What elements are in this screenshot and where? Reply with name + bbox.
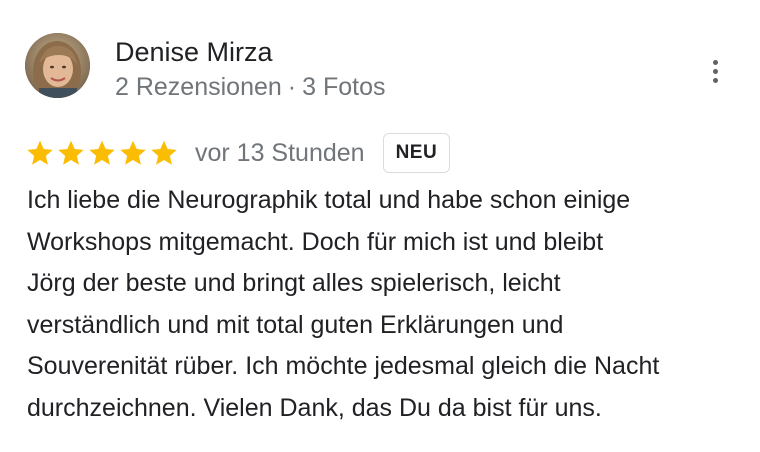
- meta-separator: ·: [287, 73, 297, 101]
- more-vert-icon-dot: [712, 77, 718, 83]
- avatar-photo: [25, 33, 90, 98]
- review-text-line: Souverenität rüber. Ich möchte jedesmal …: [27, 352, 660, 380]
- review-card: Denise Mirza 2 Rezensionen · 3 Fotos vor 1…: [0, 0, 760, 452]
- review-text-line: verständlich und mit total guten Erkläru…: [27, 310, 564, 339]
- photos-count: 3 Fotos: [302, 73, 386, 101]
- new-badge: NEU: [382, 133, 451, 173]
- reviews-count: 2 Rezensionen: [115, 73, 282, 101]
- review-text-line: Workshops mitgemacht. Doch für mich ist …: [27, 227, 604, 256]
- review-time: vor 13 Stunden: [195, 138, 365, 167]
- author-stats: 2 Rezensionen · 3 Fotos: [115, 72, 386, 102]
- star-rating: [25, 138, 179, 168]
- more-vert-icon-dot: [712, 68, 718, 74]
- review-text-line: durchzeichnen. Vielen Dank, das Du da bi…: [27, 393, 602, 422]
- more-vert-icon: [712, 59, 718, 65]
- review-text-line: Jörg der beste und bringt alles spieleri…: [27, 269, 561, 297]
- more-options-button[interactable]: [698, 52, 732, 90]
- star-icon: [58, 140, 84, 165]
- star-icon: [120, 140, 146, 165]
- review-text-line: Ich liebe die Neurographik total und hab…: [27, 186, 631, 214]
- star-icon: [89, 140, 115, 165]
- rating-row: vor 13 Stunden NEU: [25, 132, 451, 174]
- star-icon: [27, 140, 53, 165]
- author-avatar[interactable]: [25, 33, 90, 98]
- review-text: Ich liebe die Neurographik total und hab…: [27, 180, 747, 429]
- author-name[interactable]: Denise Mirza: [115, 36, 273, 68]
- star-icon: [151, 140, 177, 165]
